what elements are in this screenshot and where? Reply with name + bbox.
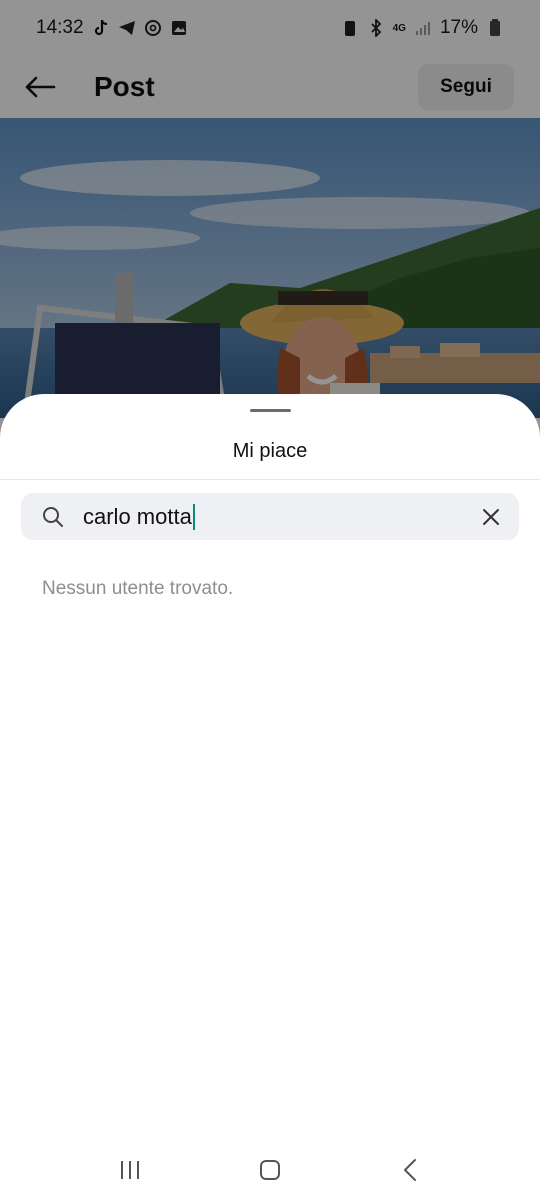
close-icon [483,508,499,525]
search-bar[interactable]: carlo motta [21,493,519,540]
sheet-drag-handle[interactable] [250,409,291,412]
sheet-title: Mi piace [232,440,308,462]
search-icon [41,505,65,529]
recent-apps-button[interactable] [100,1145,160,1195]
text-caret [192,503,195,530]
chevron-left-icon [404,1159,416,1181]
home-button[interactable] [240,1145,300,1195]
app-root: 14:32 4G 17% Post Segui Mi piace carlo m… [0,0,540,1200]
search-input[interactable]: carlo motta [83,497,477,537]
home-icon [260,1160,280,1180]
search-input-value: carlo motta [83,503,192,529]
system-navigation-bar [0,1140,540,1200]
system-back-button[interactable] [380,1145,440,1195]
recent-apps-icon [121,1161,139,1179]
empty-results-message: Nessun utente trovato. [42,578,234,599]
likes-bottom-sheet: Mi piace carlo motta Nessun utente trova… [0,394,540,1200]
sheet-divider [0,479,540,480]
clear-search-button[interactable] [477,503,505,531]
